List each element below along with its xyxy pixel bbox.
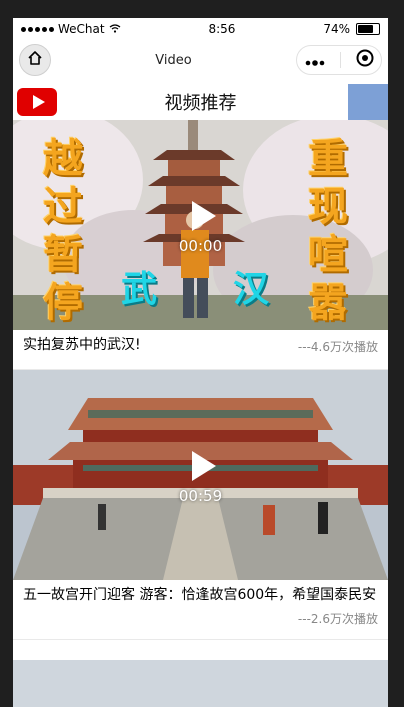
phone-screen: WeChat 8:56 74% Video 视频推荐 越 过 暂 停 重 现 喧… xyxy=(13,18,388,707)
status-time: 8:56 xyxy=(208,22,236,36)
overlay-char: 汉 xyxy=(233,269,270,310)
battery-label: 74% xyxy=(323,22,350,36)
capsule-divider xyxy=(339,52,341,68)
mini-program-capsule xyxy=(296,45,382,75)
video-thumbnail[interactable]: 00:59 xyxy=(13,370,388,580)
carrier-label: WeChat xyxy=(58,22,105,36)
home-button[interactable] xyxy=(19,44,51,76)
video-card[interactable]: 00:59 五一故宫开门迎客 游客：恰逢故宫600年，希望国泰民安 ---2.6… xyxy=(13,370,388,640)
page-header: 视频推荐 xyxy=(13,84,388,120)
overlay-char: 嚣 xyxy=(308,280,348,326)
video-title[interactable]: 五一故宫开门迎客 游客：恰逢故宫600年，希望国泰民安 xyxy=(23,586,378,605)
overlay-char: 停 xyxy=(43,280,83,326)
play-count: ---4.6万次播放 xyxy=(297,340,378,354)
overlay-char: 武 xyxy=(121,269,158,310)
nav-bar: Video xyxy=(13,40,388,80)
next-video-thumbnail[interactable] xyxy=(13,660,388,707)
status-right: 74% xyxy=(323,22,380,36)
page-title: 视频推荐 xyxy=(164,93,237,114)
video-caption: 五一故宫开门迎客 游客：恰逢故宫600年，希望国泰民安 ---2.6万次播放 xyxy=(13,580,388,640)
play-icon[interactable] xyxy=(191,451,216,481)
avatar[interactable] xyxy=(348,84,388,120)
video-duration: 00:59 xyxy=(178,487,223,505)
video-thumbnail[interactable]: 越 过 暂 停 重 现 喧 嚣 武 汉 00:00 xyxy=(13,120,388,330)
home-icon xyxy=(27,50,43,70)
video-card[interactable]: 越 过 暂 停 重 现 喧 嚣 武 汉 00:00 实拍复苏中的武汉! ---4… xyxy=(13,120,388,370)
play-icon[interactable] xyxy=(191,201,216,231)
more-icon[interactable] xyxy=(305,51,325,70)
status-left: WeChat xyxy=(21,22,121,36)
nav-title: Video xyxy=(155,52,192,68)
video-caption: 实拍复苏中的武汉! ---4.6万次播放 xyxy=(13,330,388,370)
signal-icon xyxy=(21,26,54,32)
play-count: ---2.6万次播放 xyxy=(297,612,378,626)
video-duration: 00:00 xyxy=(178,237,223,255)
battery-icon xyxy=(356,23,380,35)
wifi-icon xyxy=(109,22,121,36)
youtube-logo-icon[interactable] xyxy=(17,88,57,116)
record-icon[interactable] xyxy=(356,49,374,71)
status-bar: WeChat 8:56 74% xyxy=(13,18,388,40)
